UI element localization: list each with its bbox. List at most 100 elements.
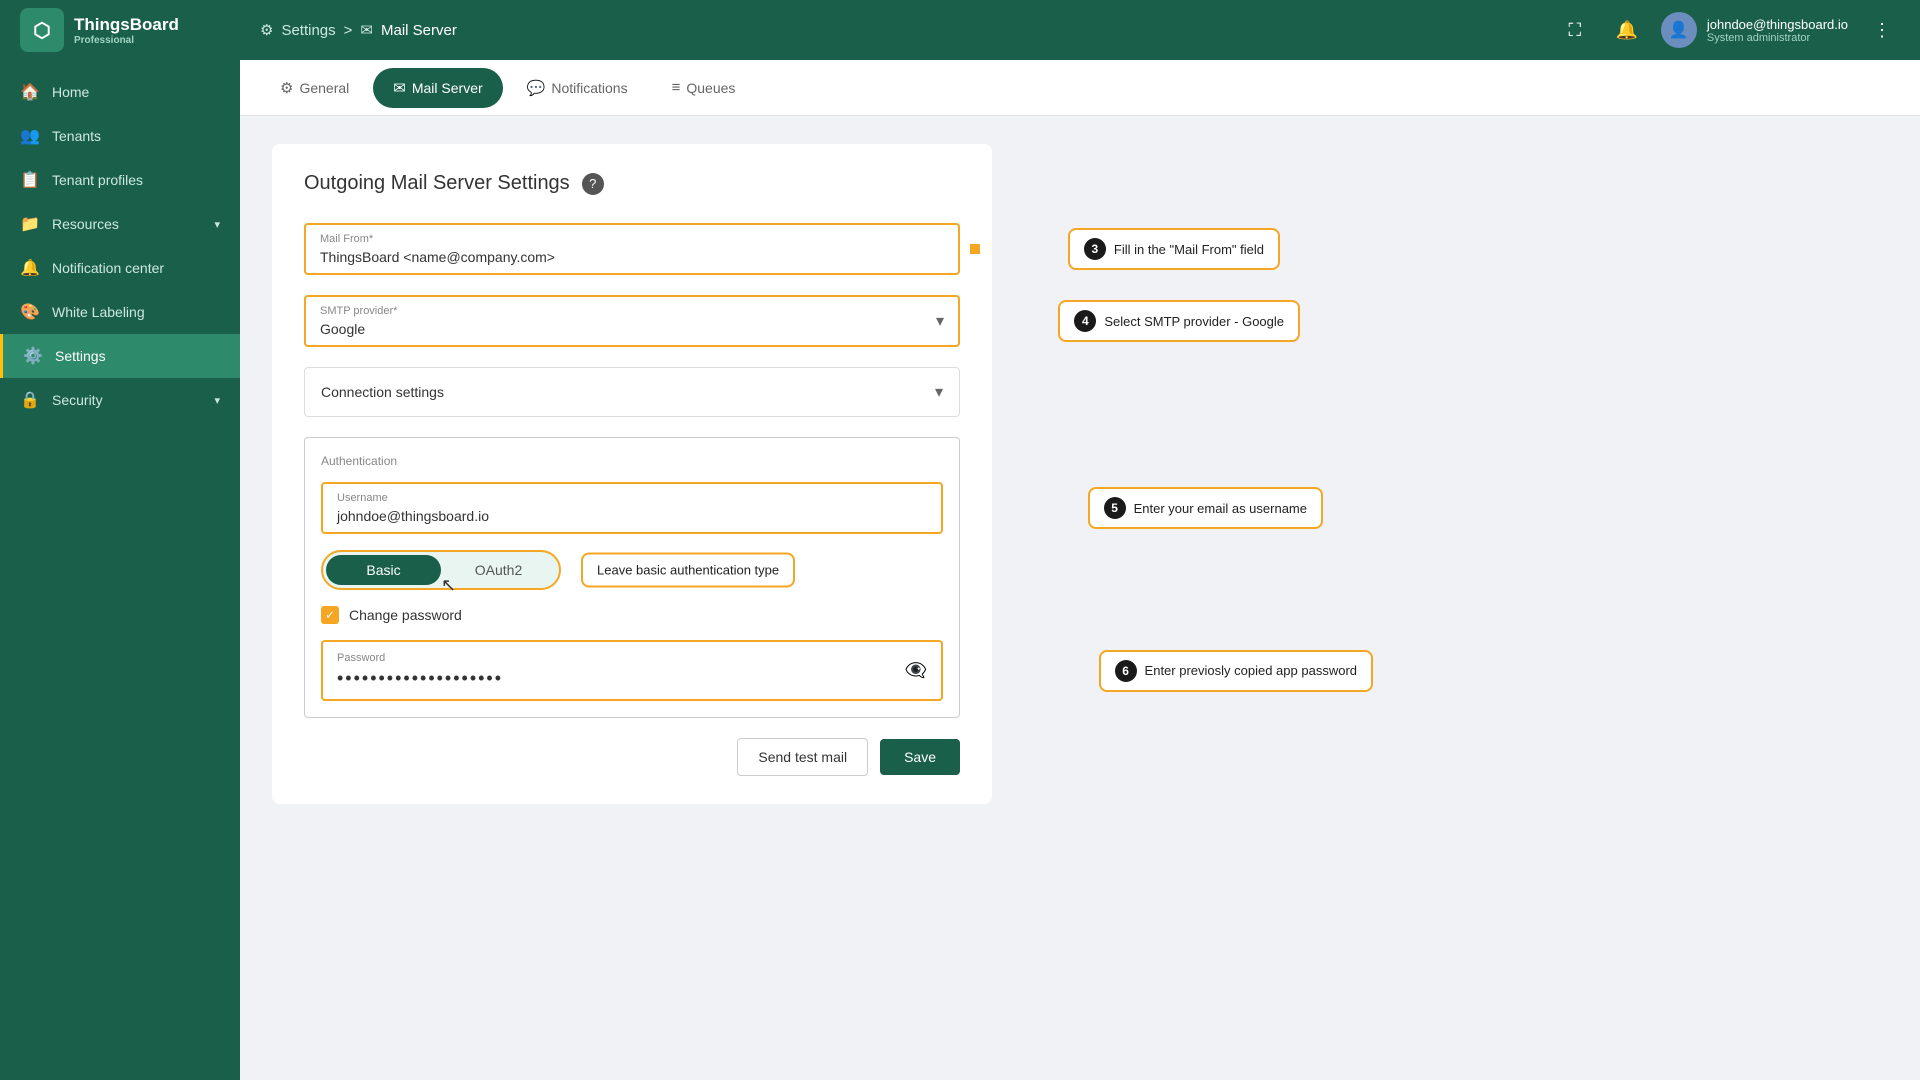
step4-text: Select SMTP provider - Google bbox=[1104, 314, 1284, 329]
home-icon: 🏠 bbox=[20, 82, 40, 102]
tab-general-label: General bbox=[299, 80, 349, 96]
app-subtitle: Professional bbox=[74, 35, 179, 46]
smtp-field: SMTP provider* Google ▾ 4 Select SMTP pr… bbox=[304, 295, 960, 347]
tenants-icon: 👥 bbox=[20, 126, 40, 146]
breadcrumb-current: Mail Server bbox=[381, 22, 457, 39]
main-content: ⚙ General ✉ Mail Server 2 Navigate to th… bbox=[240, 60, 1920, 1080]
tab-queues-label: Queues bbox=[686, 80, 735, 96]
password-field: Password •••••••••••••••••••• 👁‍🗨 bbox=[321, 640, 943, 701]
basic-auth-annotation: Leave basic authentication type bbox=[581, 553, 795, 588]
settings-icon: ⚙️ bbox=[23, 346, 43, 366]
sidebar-item-tenants[interactable]: 👥 Tenants bbox=[0, 114, 240, 158]
step5-annotation: 5 Enter your email as username bbox=[1088, 487, 1323, 529]
settings-content: Outgoing Mail Server Settings ? Mail Fro… bbox=[240, 116, 1920, 832]
form-title: Outgoing Mail Server Settings bbox=[304, 172, 570, 195]
form-title-row: Outgoing Mail Server Settings ? bbox=[304, 172, 960, 195]
change-password-checkbox[interactable]: ✓ bbox=[321, 606, 339, 624]
user-menu[interactable]: 👤 johndoe@thingsboard.io System administ… bbox=[1661, 12, 1848, 48]
password-content: Password •••••••••••••••••••• bbox=[337, 652, 503, 689]
logo-text: ThingsBoard Professional bbox=[74, 15, 179, 46]
tenant-profiles-icon: 📋 bbox=[20, 170, 40, 190]
sidebar-item-tenant-profiles[interactable]: 📋 Tenant profiles bbox=[0, 158, 240, 202]
sidebar-label-white-labeling: White Labeling bbox=[52, 304, 220, 320]
save-button[interactable]: Save bbox=[880, 739, 960, 775]
more-menu-button[interactable]: ⋮ bbox=[1864, 12, 1900, 48]
password-visibility-toggle[interactable]: 👁‍🗨 bbox=[905, 660, 927, 681]
fullscreen-button[interactable]: ⛶ bbox=[1557, 12, 1593, 48]
mail-from-value[interactable]: ThingsBoard <name@company.com> bbox=[320, 249, 944, 265]
username-value: johndoe@thingsboard.io bbox=[337, 508, 927, 524]
step5-number: 5 bbox=[1104, 497, 1126, 519]
mail-from-field: Mail From* ThingsBoard <name@company.com… bbox=[304, 223, 960, 275]
sidebar: 🏠 Home 👥 Tenants 📋 Tenant profiles 📁 Res… bbox=[0, 60, 240, 1080]
tabs-bar: ⚙ General ✉ Mail Server 2 Navigate to th… bbox=[240, 60, 1920, 116]
sidebar-label-tenants: Tenants bbox=[52, 128, 220, 144]
sidebar-label-resources: Resources bbox=[52, 216, 202, 232]
sidebar-item-security[interactable]: 🔒 Security ▾ bbox=[0, 378, 240, 422]
smtp-dropdown-icon: ▾ bbox=[936, 311, 944, 331]
breadcrumb-arrow: > bbox=[344, 22, 353, 39]
help-icon[interactable]: ? bbox=[582, 173, 604, 195]
smtp-content: SMTP provider* Google bbox=[320, 305, 397, 337]
sidebar-label-home: Home bbox=[52, 84, 220, 100]
step6-annotation: 6 Enter previosly copied app password bbox=[1099, 650, 1373, 692]
sidebar-item-settings[interactable]: ⚙️ Settings 1 Go to the "Settings" page bbox=[0, 334, 240, 378]
username-field-wrapper: Username johndoe@thingsboard.io 5 Enter … bbox=[321, 482, 943, 534]
app-title: ThingsBoard bbox=[74, 15, 179, 35]
sidebar-label-tenant-profiles: Tenant profiles bbox=[52, 172, 220, 188]
sidebar-item-home[interactable]: 🏠 Home bbox=[0, 70, 240, 114]
username-field[interactable]: Username johndoe@thingsboard.io bbox=[321, 482, 943, 534]
step6-text: Enter previosly copied app password bbox=[1145, 663, 1357, 678]
notifications-button[interactable]: 🔔 bbox=[1609, 12, 1645, 48]
step5-text: Enter your email as username bbox=[1134, 501, 1307, 516]
tab-mail-server[interactable]: ✉ Mail Server 2 Navigate to the "Mail Se… bbox=[373, 68, 502, 108]
notifications-tab-icon: 💬 bbox=[527, 79, 546, 97]
general-tab-icon: ⚙ bbox=[280, 79, 293, 97]
sidebar-label-settings: Settings bbox=[55, 348, 220, 364]
sidebar-item-white-labeling[interactable]: 🎨 White Labeling bbox=[0, 290, 240, 334]
white-labeling-icon: 🎨 bbox=[20, 302, 40, 322]
user-role: System administrator bbox=[1707, 32, 1848, 44]
tab-general[interactable]: ⚙ General bbox=[260, 68, 369, 108]
smtp-label: SMTP provider* bbox=[320, 305, 397, 317]
step3-number: 3 bbox=[1084, 238, 1106, 260]
resources-icon: 📁 bbox=[20, 214, 40, 234]
security-icon: 🔒 bbox=[20, 390, 40, 410]
tab-notifications-label: Notifications bbox=[551, 80, 627, 96]
breadcrumb-mail-icon: ✉ bbox=[360, 21, 373, 39]
breadcrumb-settings[interactable]: Settings bbox=[281, 22, 335, 39]
sidebar-item-notification-center[interactable]: 🔔 Notification center bbox=[0, 246, 240, 290]
layout: 🏠 Home 👥 Tenants 📋 Tenant profiles 📁 Res… bbox=[0, 60, 1920, 1080]
password-label: Password bbox=[337, 652, 503, 664]
password-field-wrapper: Password •••••••••••••••••••• 👁‍🗨 6 Ente… bbox=[321, 640, 943, 701]
breadcrumb: ⚙ Settings > ✉ Mail Server bbox=[260, 21, 1557, 39]
basic-auth-text: Leave basic authentication type bbox=[597, 563, 779, 578]
step3-text: Fill in the "Mail From" field bbox=[1114, 242, 1264, 257]
send-test-mail-button[interactable]: Send test mail bbox=[737, 738, 868, 776]
auth-oauth2-button[interactable]: OAuth2 bbox=[441, 555, 556, 585]
tab-mail-server-label: Mail Server bbox=[412, 80, 483, 96]
form-container: Outgoing Mail Server Settings ? Mail Fro… bbox=[272, 144, 992, 804]
step3-annotation: 3 Fill in the "Mail From" field bbox=[1068, 228, 1280, 270]
sidebar-label-security: Security bbox=[52, 392, 202, 408]
auth-toggle-wrapper: Basic OAuth2 Leave basic authentication … bbox=[321, 550, 943, 590]
tab-queues[interactable]: ≡ Queues bbox=[652, 68, 756, 108]
accordion-chevron-down-icon: ▾ bbox=[935, 382, 943, 402]
sidebar-label-notification-center: Notification center bbox=[52, 260, 220, 276]
tab-notifications[interactable]: 💬 Notifications bbox=[507, 68, 648, 108]
step6-number: 6 bbox=[1115, 660, 1137, 682]
smtp-value: Google bbox=[320, 321, 397, 337]
mail-server-tab-icon: ✉ bbox=[393, 79, 406, 97]
connection-settings-accordion: Connection settings ▾ bbox=[304, 367, 960, 417]
accordion-header[interactable]: Connection settings ▾ bbox=[305, 368, 959, 416]
auth-section: Authentication Username johndoe@thingsbo… bbox=[304, 437, 960, 718]
username-label: Username bbox=[337, 492, 927, 504]
change-password-row: ✓ Change password bbox=[321, 606, 943, 624]
sidebar-item-resources[interactable]: 📁 Resources ▾ bbox=[0, 202, 240, 246]
password-value: •••••••••••••••••••• bbox=[337, 668, 503, 689]
user-info: johndoe@thingsboard.io System administra… bbox=[1707, 17, 1848, 44]
avatar: 👤 bbox=[1661, 12, 1697, 48]
auth-basic-button[interactable]: Basic bbox=[326, 555, 441, 585]
smtp-wrapper[interactable]: SMTP provider* Google ▾ bbox=[304, 295, 960, 347]
change-password-label: Change password bbox=[349, 607, 462, 623]
